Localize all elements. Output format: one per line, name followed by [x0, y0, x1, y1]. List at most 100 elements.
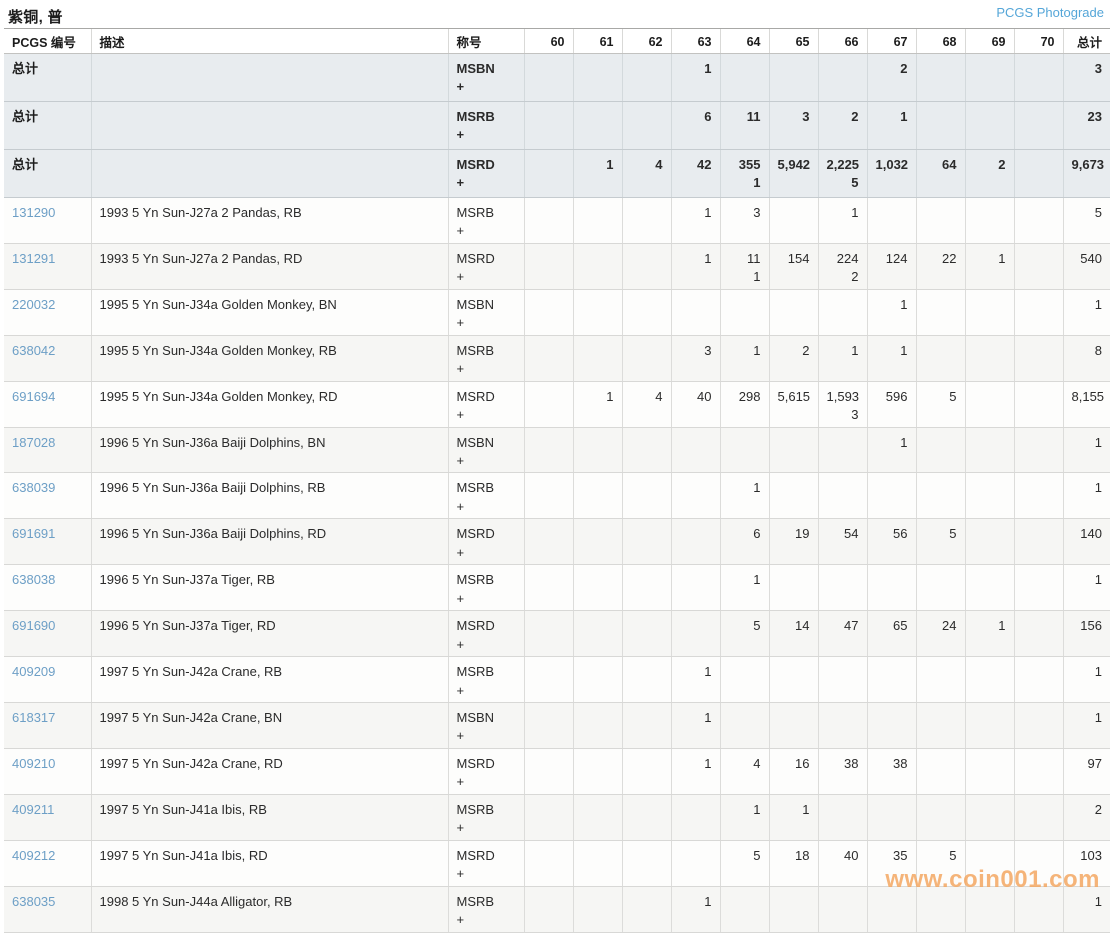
grade-cell	[621, 289, 671, 336]
grade-count: 596	[885, 388, 908, 404]
grade-count: 1	[704, 755, 712, 771]
pcgs-number-link[interactable]: 691694	[12, 389, 55, 404]
table-row: 409210 1997 5 Yn Sun-J42a Crane, RD MSRD +1…	[4, 748, 1110, 795]
grade-cell: 1	[670, 748, 720, 795]
grade-count	[1023, 525, 1055, 543]
grade-count: 4	[753, 755, 761, 771]
grade-cell	[1013, 656, 1063, 703]
grade-cell	[1013, 748, 1063, 795]
designation-cell: MSRB +	[447, 656, 524, 703]
coin-description: 1995 5 Yn Sun-J34a Golden Monkey, RD	[90, 381, 448, 428]
grade-count	[974, 847, 1006, 865]
total-cell: 140	[1062, 518, 1110, 566]
grade-count	[631, 108, 663, 126]
grade-count	[1023, 250, 1055, 268]
grade-cell	[915, 794, 965, 841]
designation-plus: +	[456, 774, 465, 790]
pcgs-number-link[interactable]: 409210	[12, 756, 55, 771]
grade-count: 1	[606, 388, 614, 404]
grade-count	[1023, 156, 1055, 174]
grade-cell: 5	[915, 518, 965, 566]
grade-count	[827, 60, 859, 78]
grade-count	[631, 525, 663, 543]
grade-count	[827, 571, 859, 589]
designation-cell: MSRB +	[447, 472, 524, 520]
total-cell: 156	[1062, 610, 1110, 658]
grade-count: 2	[802, 342, 810, 358]
pcgs-number-link[interactable]: 691691	[12, 526, 55, 541]
table-row: 187028 1996 5 Yn Sun-J36a Baiji Dolphins,…	[4, 427, 1110, 474]
pcgs-number-link[interactable]: 187028	[12, 435, 55, 450]
grade-cell: 11 1	[719, 243, 769, 290]
page-title: 紫铜, 普	[8, 9, 63, 26]
coin-description: 1997 5 Yn Sun-J42a Crane, RB	[90, 656, 448, 703]
designation-cell: MSRB +	[447, 886, 524, 933]
grade-cell	[523, 840, 573, 887]
photograde-link[interactable]: PCGS Photograde	[996, 5, 1104, 20]
grade-count	[631, 755, 663, 773]
pcgs-number-link[interactable]: 618317	[12, 710, 55, 725]
pcgs-number-link[interactable]: 638039	[12, 480, 55, 495]
pcgs-number-link[interactable]: 691690	[12, 618, 55, 633]
designation-code: MSBN	[456, 61, 495, 76]
grade-cell	[572, 472, 622, 520]
grade-cell: 19	[768, 518, 818, 566]
grade-count: 1	[802, 801, 810, 817]
pcgs-number-link[interactable]: 409211	[12, 802, 54, 817]
pcgs-number-link[interactable]: 409212	[12, 848, 55, 863]
grade-count: 19	[795, 526, 810, 542]
col-header-grade-62: 62	[621, 28, 671, 54]
grade-cell	[621, 840, 671, 887]
grade-cell	[621, 610, 671, 658]
coin-description: 1993 5 Yn Sun-J27a 2 Pandas, RD	[90, 243, 448, 290]
grade-count: 1	[753, 480, 761, 496]
grade-cell: 1	[670, 197, 720, 244]
total-cell: 1	[1062, 886, 1110, 933]
grade-cell: 2	[768, 335, 818, 382]
grade-count: 16	[795, 755, 810, 771]
pcgs-number-link[interactable]: 638042	[12, 343, 55, 358]
designation-plus: +	[456, 269, 465, 285]
grade-cell	[523, 518, 573, 566]
total-cell: 1	[1062, 656, 1110, 703]
grade-cell	[523, 289, 573, 336]
grade-cell	[719, 53, 769, 102]
grade-count	[778, 60, 810, 78]
grade-cell: 38	[817, 748, 867, 795]
pcgs-number-link[interactable]: 638035	[12, 894, 55, 909]
grade-cell	[768, 702, 818, 749]
grade-cell: 56	[866, 518, 916, 566]
grade-count	[582, 250, 614, 268]
grade-count	[729, 709, 761, 727]
grade-cell: 1	[572, 149, 622, 198]
grade-cell	[964, 702, 1014, 749]
grade-count: 2,225	[826, 157, 860, 172]
grade-count	[631, 801, 663, 819]
grade-count: 4	[655, 157, 663, 172]
grade-count	[778, 893, 810, 911]
grade-count	[1023, 801, 1055, 819]
grade-cell: 40	[817, 840, 867, 887]
pcgs-number-link[interactable]: 409209	[12, 664, 55, 679]
pcgs-number-cell: 131290	[4, 197, 91, 244]
pcgs-number-link[interactable]: 220032	[12, 297, 55, 312]
grade-count	[533, 342, 565, 360]
grade-count: 1	[704, 664, 712, 680]
grade-cell: 154	[768, 243, 818, 290]
grade-count	[631, 893, 663, 911]
pcgs-number-link[interactable]: 131291	[12, 251, 55, 266]
grade-count	[680, 434, 712, 452]
pcgs-number-link[interactable]: 638038	[12, 572, 55, 587]
grade-cell	[572, 610, 622, 658]
grade-cell: 35	[866, 840, 916, 887]
pcgs-number-cell: 638038	[4, 564, 91, 612]
grade-cell: 1,032	[866, 149, 916, 198]
grade-count	[1023, 296, 1055, 314]
grade-count: 4	[655, 388, 663, 404]
designation-code: MSRD	[456, 388, 495, 404]
pcgs-number-link[interactable]: 131290	[12, 205, 55, 220]
grade-cell	[1013, 53, 1063, 102]
grade-count	[778, 479, 810, 497]
table-row: 638038 1996 5 Yn Sun-J37a Tiger, RB MSRB +1…	[4, 564, 1110, 612]
pcgs-number-cell: 691694	[4, 381, 91, 428]
